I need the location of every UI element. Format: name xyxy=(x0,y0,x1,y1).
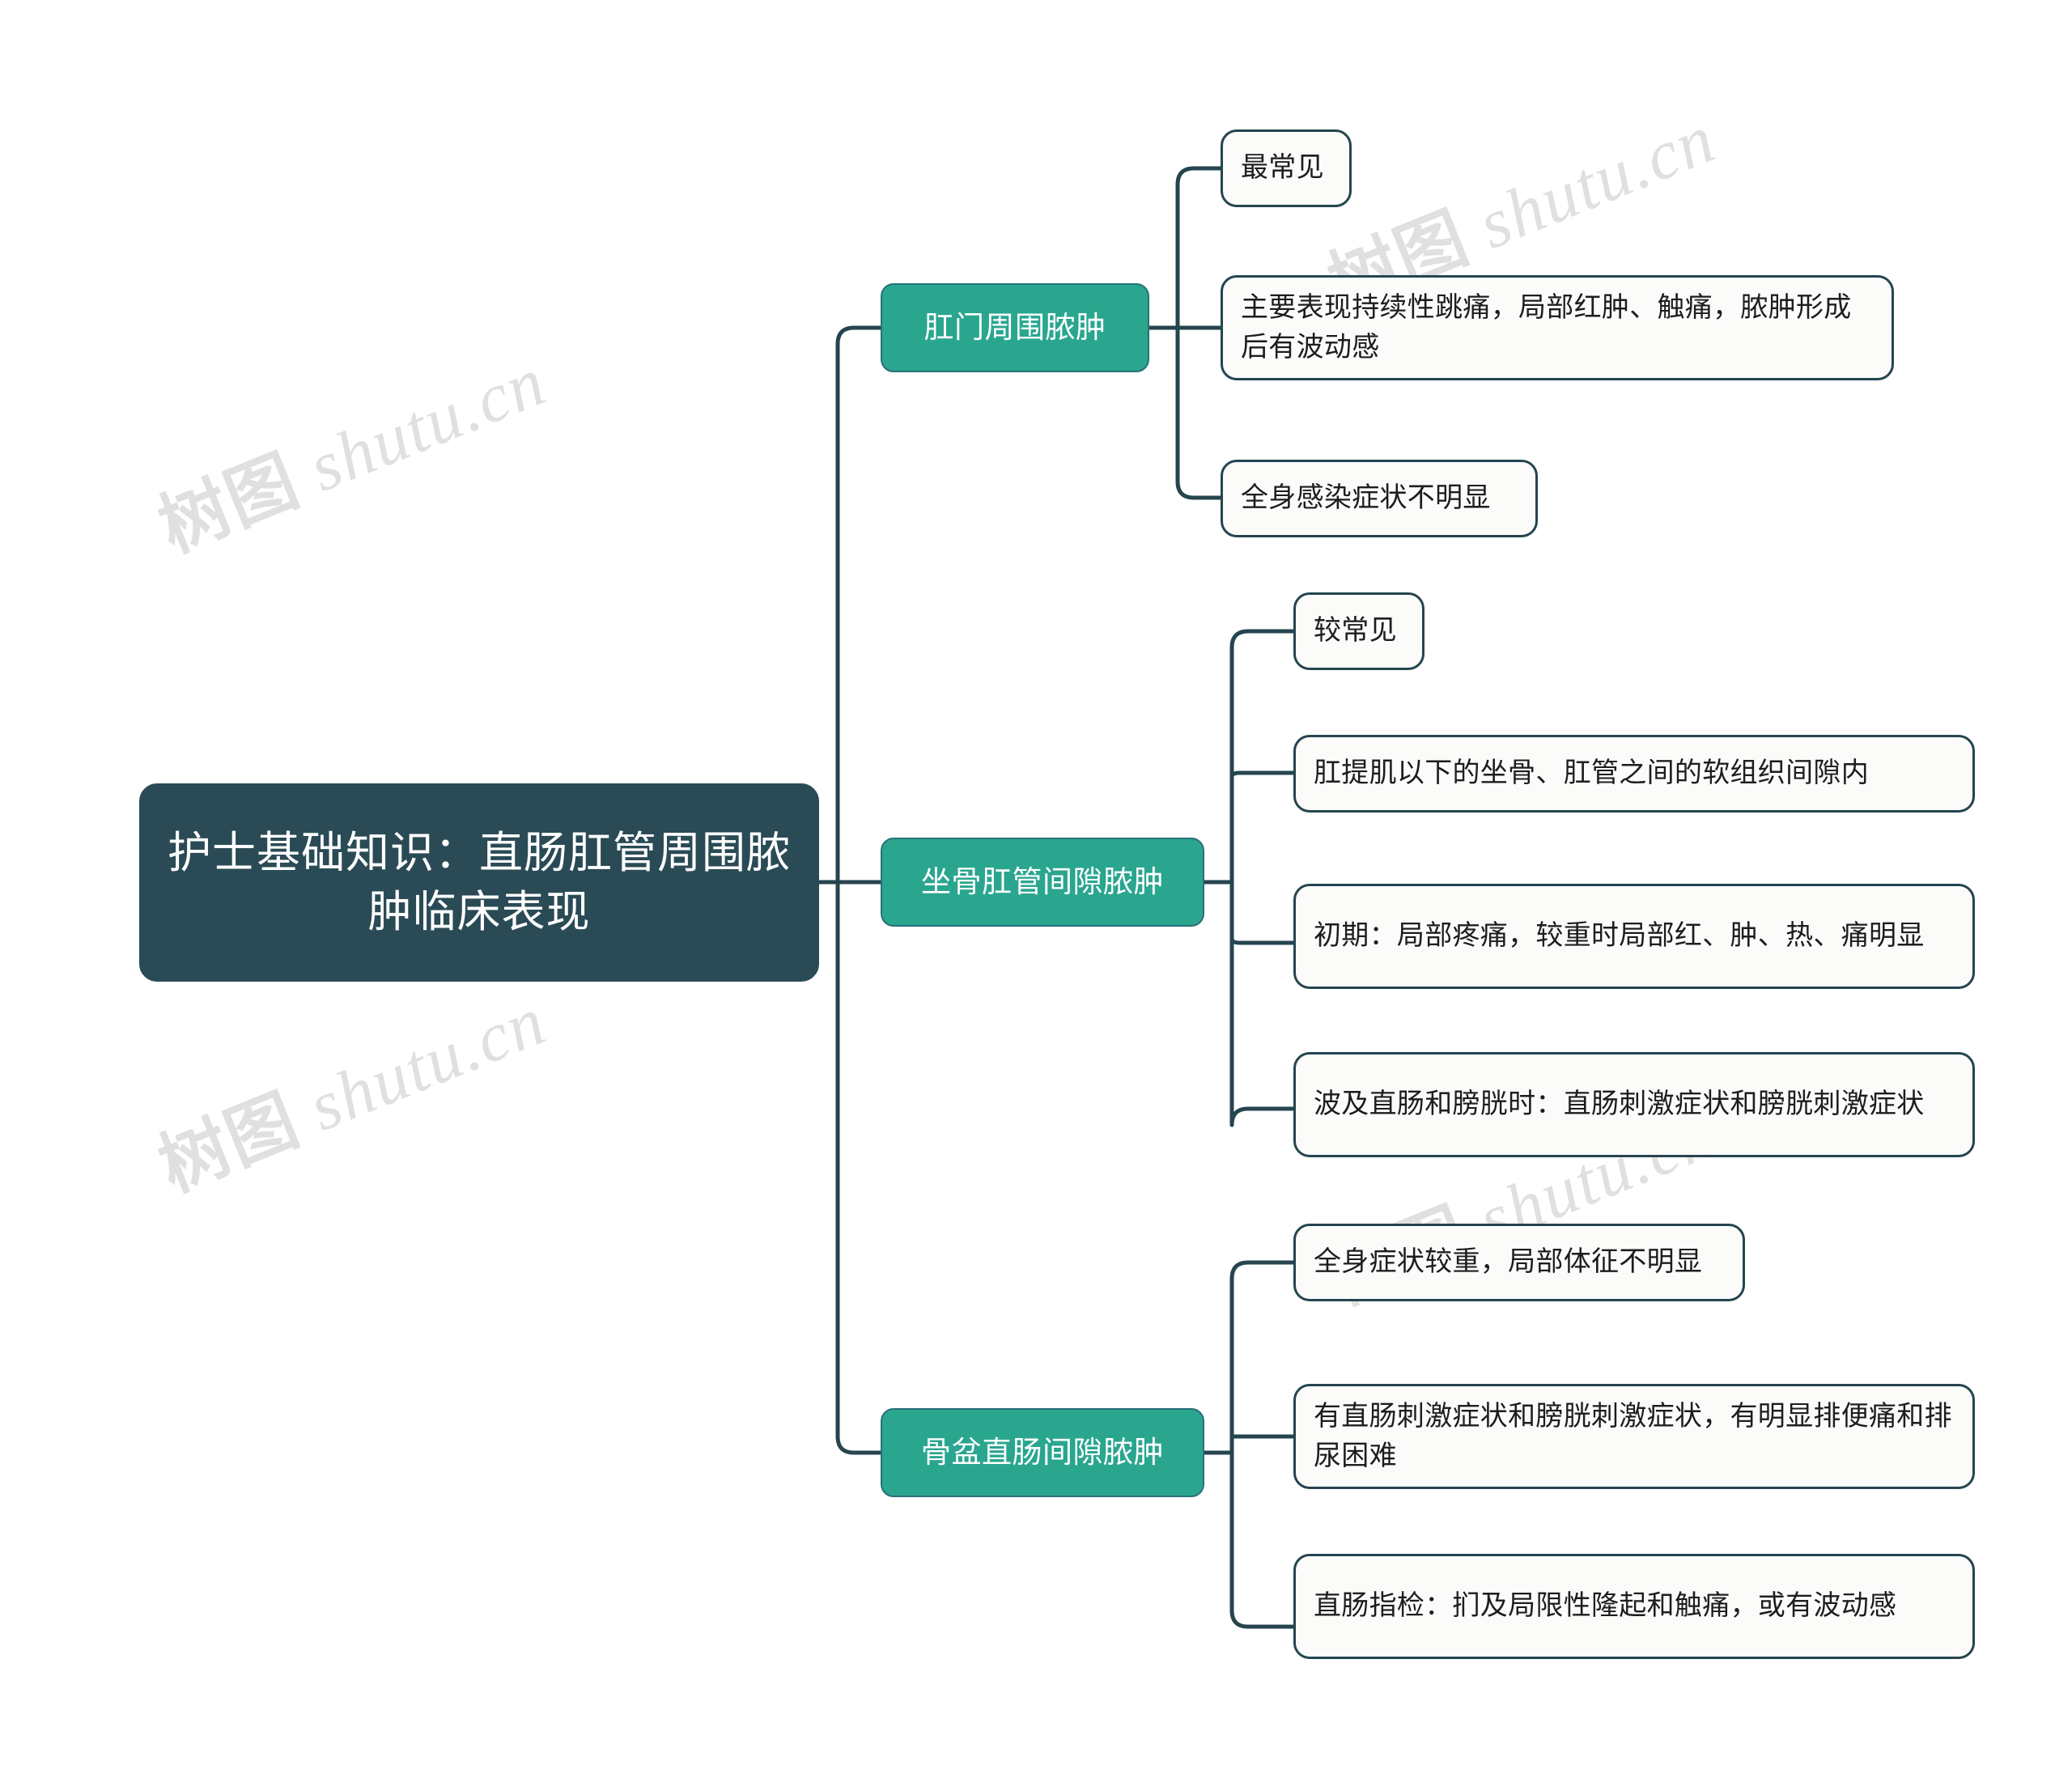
leaf-node-3-3[interactable]: 直肠指检：扪及局限性隆起和触痛，或有波动感 xyxy=(1293,1554,1975,1659)
leaf-node-3-1[interactable]: 全身症状较重，局部体征不明显 xyxy=(1293,1224,1745,1301)
leaf-node-1-3-label: 全身感染症状不明显 xyxy=(1241,482,1491,514)
connector-branch2-leaf-2 xyxy=(1229,770,1297,779)
watermark: 树图 shutu.cn xyxy=(142,325,558,571)
branch-node-1[interactable]: 肛门周围脓肿 xyxy=(881,283,1149,372)
leaf-node-1-3[interactable]: 全身感染症状不明显 xyxy=(1221,460,1538,537)
leaf-node-3-3-label: 直肠指检：扪及局限性隆起和触痛，或有波动感 xyxy=(1314,1590,1897,1622)
leaf-node-2-4-label: 波及直肠和膀胱时：直肠刺激症状和膀胱刺激症状 xyxy=(1314,1088,1925,1120)
connector-branch2-leaf-1 xyxy=(1229,629,1297,650)
watermark-cjk: 树图 xyxy=(148,1080,310,1207)
leaf-node-2-1[interactable]: 较常见 xyxy=(1293,592,1424,670)
connector-trunk-branch-3 xyxy=(835,1434,885,1455)
root-node-label: 护士基础知识：直肠肛管周围脓肿临床表现 xyxy=(168,829,791,936)
leaf-node-1-2-label: 主要表现持续性跳痛，局部红肿、触痛，脓肿形成后有波动感 xyxy=(1241,291,1852,363)
connector-branch3-leaf-1 xyxy=(1229,1260,1297,1281)
connector-branch2-leaf-4 xyxy=(1229,1106,1297,1127)
leaf-node-2-2[interactable]: 肛提肌以下的坐骨、肛管之间的软组织间隙内 xyxy=(1293,735,1975,813)
leaf-node-2-1-label: 较常见 xyxy=(1314,615,1397,647)
watermark-cjk: 树图 xyxy=(148,441,310,567)
leaf-node-2-3[interactable]: 初期：局部疼痛，较重时局部红、肿、热、痛明显 xyxy=(1293,884,1975,989)
leaf-node-2-4[interactable]: 波及直肠和膀胱时：直肠刺激症状和膀胱刺激症状 xyxy=(1293,1052,1975,1157)
watermark-latin: shutu.cn xyxy=(280,981,557,1153)
mindmap-canvas: 树图 shutu.cn 树图 shutu.cn 树图 shutu.cn 树图 s… xyxy=(0,0,2072,1778)
leaf-node-1-1-label: 最常见 xyxy=(1241,152,1324,184)
branch-node-3-label: 骨盆直肠间隙脓肿 xyxy=(921,1435,1164,1469)
leaf-node-2-2-label: 肛提肌以下的坐骨、肛管之间的软组织间隙内 xyxy=(1314,757,1869,789)
leaf-node-3-2[interactable]: 有直肠刺激症状和膀胱刺激症状，有明显排便痛和排尿困难 xyxy=(1293,1384,1975,1489)
connector-branch2-leaf-3 xyxy=(1229,936,1297,945)
leaf-node-1-1[interactable]: 最常见 xyxy=(1221,129,1352,207)
leaf-node-3-2-label: 有直肠刺激症状和膀胱刺激症状，有明显排便痛和排尿困难 xyxy=(1314,1400,1952,1471)
connector-branch1-leaf-3 xyxy=(1175,479,1225,500)
leaf-node-3-1-label: 全身症状较重，局部体征不明显 xyxy=(1314,1246,1703,1278)
leaf-node-1-2[interactable]: 主要表现持续性跳痛，局部红肿、触痛，脓肿形成后有波动感 xyxy=(1221,275,1894,380)
branch-node-2[interactable]: 坐骨肛管间隙脓肿 xyxy=(881,838,1204,927)
connector-branch3-leaf-3 xyxy=(1229,1608,1297,1629)
connector-branch1-leaf-1 xyxy=(1175,166,1225,187)
branch-node-1-label: 肛门周围脓肿 xyxy=(923,310,1106,344)
root-node[interactable]: 护士基础知识：直肠肛管周围脓肿临床表现 xyxy=(139,783,819,982)
branch-node-2-label: 坐骨肛管间隙脓肿 xyxy=(921,864,1164,898)
watermark-latin: shutu.cn xyxy=(1450,99,1726,271)
leaf-node-2-3-label: 初期：局部疼痛，较重时局部红、肿、热、痛明显 xyxy=(1314,920,1925,952)
watermark: 树图 shutu.cn xyxy=(142,964,558,1211)
connector-trunk-branch-1 xyxy=(835,325,885,346)
branch-node-3[interactable]: 骨盆直肠间隙脓肿 xyxy=(881,1408,1204,1497)
watermark-latin: shutu.cn xyxy=(280,342,557,514)
